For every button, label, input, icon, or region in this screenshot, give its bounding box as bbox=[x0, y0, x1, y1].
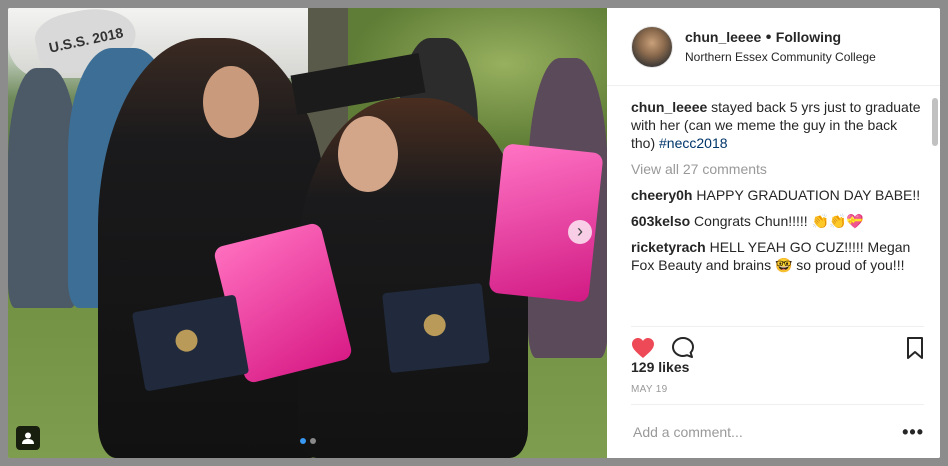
more-options-button[interactable]: ••• bbox=[902, 422, 924, 443]
post-header: chun_leeee • Following Northern Essex Co… bbox=[607, 8, 940, 86]
chevron-right-icon[interactable]: › bbox=[568, 220, 592, 244]
person-icon bbox=[22, 432, 34, 444]
add-comment-bar: ••• bbox=[631, 404, 924, 458]
comment-username[interactable]: 603kelso bbox=[631, 213, 690, 229]
comment-text: Congrats Chun!!!!! 👏👏💝 bbox=[690, 213, 864, 229]
comment-username[interactable]: ricketyrach bbox=[631, 239, 706, 255]
post-photo[interactable]: U.S.S. 2018 › bbox=[8, 8, 607, 458]
carousel-indicator bbox=[300, 438, 316, 444]
scrollbar-thumb[interactable] bbox=[932, 98, 938, 146]
user-tag-icon[interactable] bbox=[16, 426, 40, 450]
comments-scrollbar[interactable] bbox=[932, 98, 938, 318]
likes-count[interactable]: 129 likes bbox=[631, 359, 689, 375]
caption-username[interactable]: chun_leeee bbox=[631, 99, 707, 115]
seal-icon bbox=[173, 327, 200, 354]
view-all-comments-link[interactable]: View all 27 comments bbox=[631, 160, 924, 178]
diploma-folder-right bbox=[382, 282, 490, 374]
action-bar bbox=[631, 326, 924, 363]
post-modal: U.S.S. 2018 › chun_leeee • Following Nor… bbox=[8, 8, 940, 458]
avatar[interactable] bbox=[631, 25, 673, 68]
comment-item: 603kelso Congrats Chun!!!!! 👏👏💝 bbox=[631, 212, 924, 230]
graduate-right-face bbox=[338, 116, 398, 192]
bookmark-icon[interactable] bbox=[906, 337, 924, 359]
seal-icon bbox=[422, 313, 447, 338]
carousel-dot bbox=[300, 438, 306, 444]
action-left bbox=[631, 336, 695, 360]
heart-icon[interactable] bbox=[631, 337, 655, 359]
header-text: chun_leeee • Following Northern Essex Co… bbox=[685, 29, 876, 64]
carousel-dot bbox=[310, 438, 316, 444]
post-panel: chun_leeee • Following Northern Essex Co… bbox=[607, 8, 940, 458]
comment-item: cheery0h HAPPY GRADUATION DAY BABE!! bbox=[631, 186, 924, 204]
caption: chun_leeee stayed back 5 yrs just to gra… bbox=[631, 98, 924, 152]
comment-input[interactable] bbox=[631, 423, 875, 441]
comment-text: HAPPY GRADUATION DAY BABE!! bbox=[692, 187, 921, 203]
post-date[interactable]: MAY 19 bbox=[631, 384, 667, 395]
comments-list[interactable]: chun_leeee stayed back 5 yrs just to gra… bbox=[631, 98, 924, 318]
graduate-left-face bbox=[203, 66, 259, 138]
comment-icon[interactable] bbox=[671, 336, 695, 360]
username-link[interactable]: chun_leeee bbox=[685, 29, 761, 45]
comment-username[interactable]: cheery0h bbox=[631, 187, 692, 203]
location-link[interactable]: Northern Essex Community College bbox=[685, 50, 876, 64]
following-button[interactable]: Following bbox=[776, 29, 841, 45]
comment-item: ricketyrach HELL YEAH GO CUZ!!!!! Megan … bbox=[631, 238, 924, 274]
separator: • bbox=[765, 29, 772, 46]
hashtag-link[interactable]: #necc2018 bbox=[659, 135, 728, 151]
